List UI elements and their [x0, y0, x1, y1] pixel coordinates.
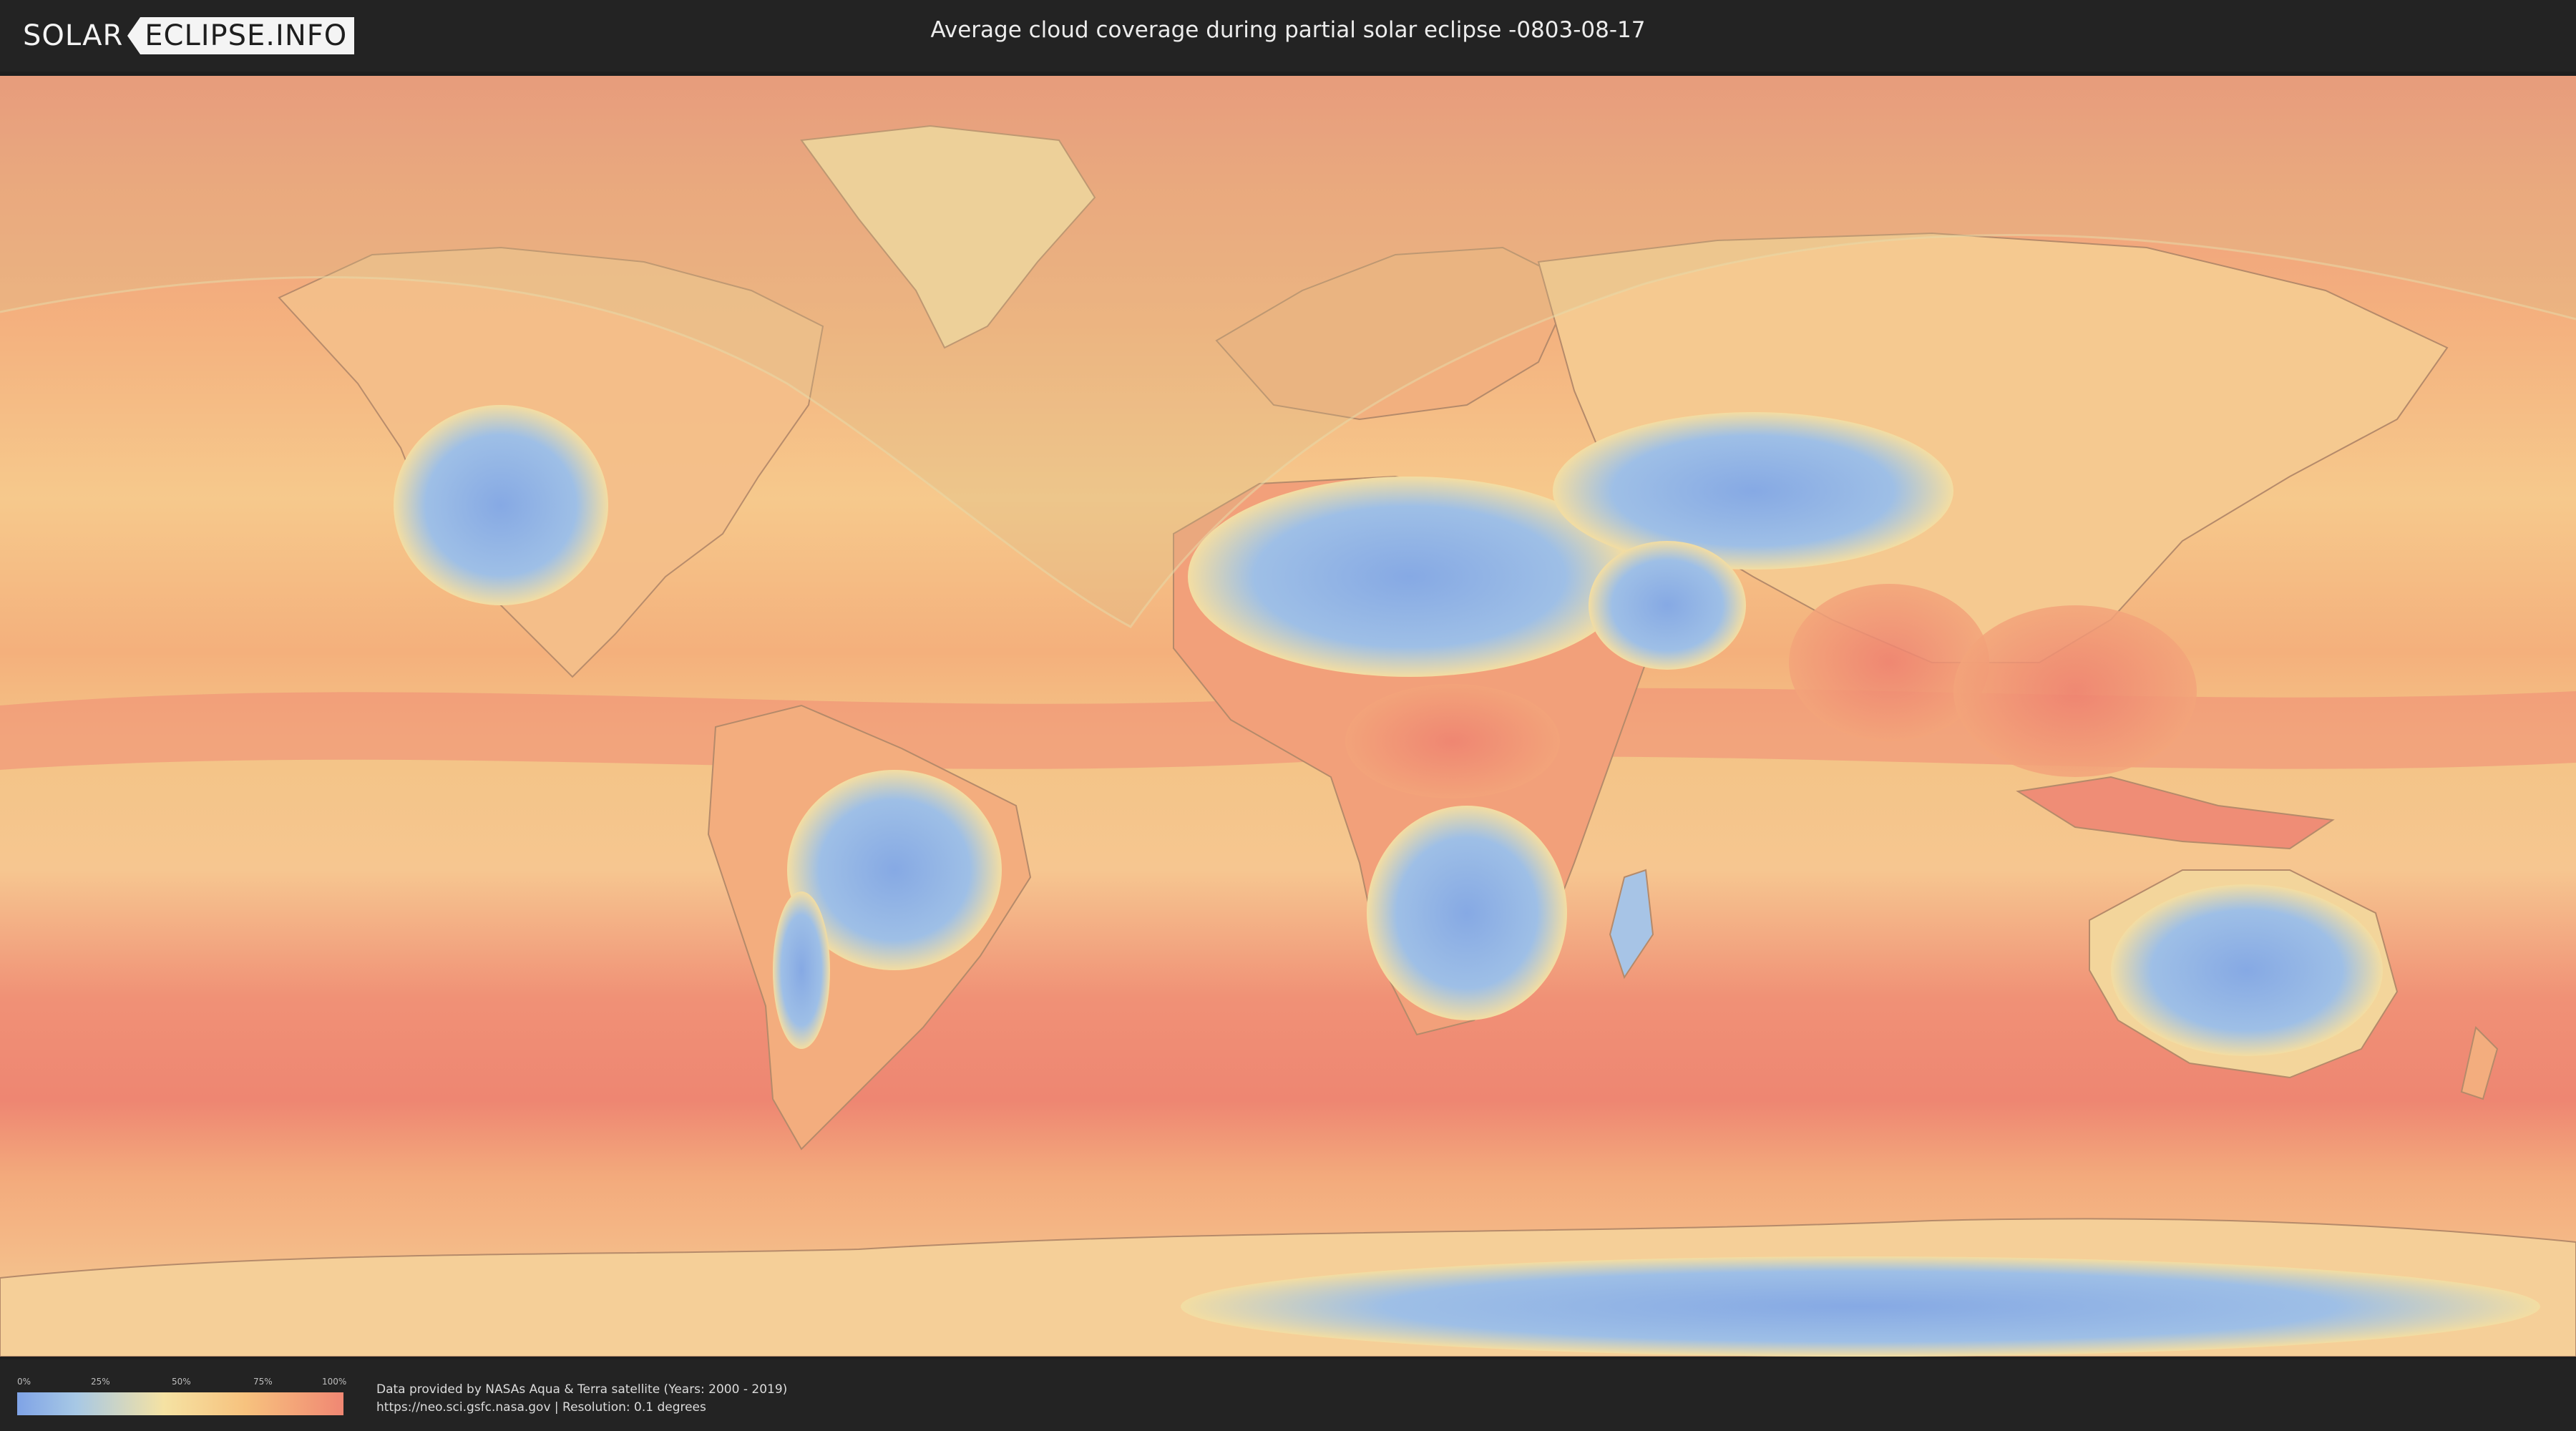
legend-ticks: 0% 25% 50% 75% 100%	[17, 1377, 347, 1388]
credit-line-url: https://neo.sci.gsfc.nasa.gov | Resoluti…	[376, 1400, 706, 1415]
legend-tick-0: 0%	[17, 1377, 31, 1387]
cloud-coverage-map	[0, 76, 2576, 1357]
arabia-dry-region	[1589, 541, 1746, 670]
header-bar: SOLAR ECLIPSE.INFO Average cloud coverag…	[0, 0, 2576, 72]
page-title: Average cloud coverage during partial so…	[930, 17, 1646, 43]
australia-dry-region	[2111, 884, 2383, 1056]
cloud-coverage-legend: 0% 25% 50% 75% 100%	[17, 1377, 347, 1417]
southeast-asia-cloudy-region	[1953, 605, 2197, 777]
data-credits: Data provided by NASAs Aqua & Terra sate…	[376, 1381, 787, 1417]
legend-tick-75: 75%	[253, 1377, 273, 1387]
atacama-dry-region	[773, 892, 830, 1049]
north-america-dry-region	[394, 405, 608, 605]
southern-africa-dry-region	[1367, 806, 1567, 1020]
legend-color-bar	[17, 1392, 343, 1415]
credit-line-source: Data provided by NASAs Aqua & Terra sate…	[376, 1382, 788, 1397]
antarctica-dry-region	[1181, 1256, 2540, 1357]
legend-tick-50: 50%	[172, 1377, 191, 1387]
footer-bar: 0% 25% 50% 75% 100% Data provided by NAS…	[0, 1359, 2576, 1431]
central-africa-cloudy-region	[1345, 684, 1560, 798]
legend-tick-25: 25%	[91, 1377, 110, 1387]
world-map-svg	[0, 76, 2576, 1357]
central-asia-dry-region	[1553, 412, 1953, 570]
india-cloudy-region	[1789, 584, 1989, 741]
legend-tick-100: 100%	[322, 1377, 347, 1387]
